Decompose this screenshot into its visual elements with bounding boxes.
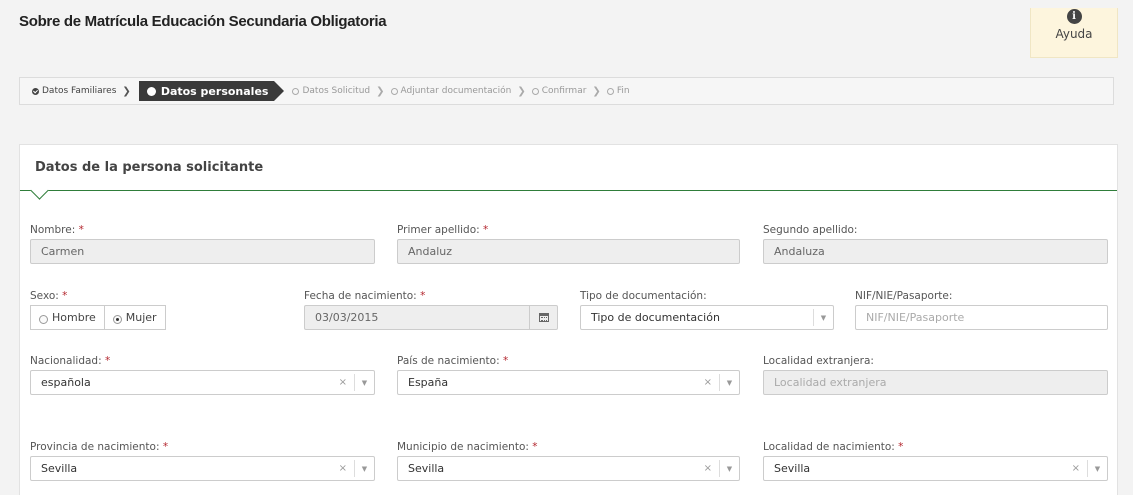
- help-button[interactable]: i Ayuda: [1030, 8, 1118, 58]
- circle-outline-icon: [390, 87, 398, 95]
- localidad-extranjera-field: Localidad extranjera: Localidad extranje…: [763, 355, 1108, 395]
- nacionalidad-select[interactable]: española × ▼: [30, 370, 375, 395]
- chevron-down-icon[interactable]: ▼: [1087, 460, 1107, 477]
- chevron-right-icon: ❯: [517, 85, 526, 97]
- sexo-hombre-radio[interactable]: Hombre: [30, 305, 105, 330]
- panel-notch: [30, 181, 49, 200]
- municipio-nacimiento-field: Municipio de nacimiento: * Sevilla × ▼: [397, 441, 740, 481]
- segundo-apellido-label: Segundo apellido:: [763, 224, 858, 236]
- nacionalidad-value: española: [41, 376, 91, 389]
- nif-input[interactable]: NIF/NIE/Pasaporte: [855, 305, 1108, 330]
- panel-header: Datos de la persona solicitante: [20, 145, 1117, 200]
- step-confirmar: Confirmar: [531, 86, 587, 96]
- step-label: Datos Solicitud: [302, 86, 371, 96]
- circle-outline-icon: [292, 87, 300, 95]
- fecha-nacimiento-field: Fecha de nacimiento: * 03/03/2015: [304, 290, 558, 330]
- nombre-field: Nombre: * Carmen: [30, 224, 375, 264]
- tipo-documentacion-select[interactable]: Tipo de documentación ▼: [580, 305, 834, 330]
- primer-apellido-field: Primer apellido: * Andaluz: [397, 224, 740, 264]
- chevron-down-icon[interactable]: ▼: [813, 309, 833, 326]
- chevron-right-icon: ❯: [376, 85, 385, 97]
- chevron-right-icon: ❯: [592, 85, 601, 97]
- pais-nacimiento-value: España: [408, 376, 449, 389]
- clear-icon[interactable]: ×: [704, 463, 712, 474]
- step-fin: Fin: [606, 86, 630, 96]
- info-icon: i: [1066, 9, 1082, 24]
- sexo-radio-group: Hombre Mujer: [30, 305, 180, 330]
- primer-apellido-input[interactable]: Andaluz: [397, 239, 740, 264]
- fecha-nacimiento-input[interactable]: 03/03/2015: [304, 305, 529, 330]
- check-circle-icon: [32, 87, 39, 95]
- tipo-documentacion-value: Tipo de documentación: [591, 311, 720, 324]
- sexo-label: Sexo: *: [30, 290, 68, 302]
- circle-outline-icon: [606, 87, 614, 95]
- nombre-input[interactable]: Carmen: [30, 239, 375, 264]
- clear-icon[interactable]: ×: [1072, 463, 1080, 474]
- step-label: Datos Familiares: [42, 86, 117, 96]
- nombre-label: Nombre: *: [30, 224, 84, 236]
- radio-checked-icon: [112, 314, 122, 324]
- sexo-hombre-label: Hombre: [52, 311, 96, 324]
- sexo-field: Sexo: * Hombre Mujer: [30, 290, 180, 330]
- nacionalidad-field: Nacionalidad: * española × ▼: [30, 355, 375, 395]
- calendar-icon: [538, 313, 549, 322]
- step-label: Datos personales: [160, 84, 269, 98]
- tipo-documentacion-field: Tipo de documentación: Tipo de documenta…: [580, 290, 834, 330]
- page-title: Sobre de Matrícula Educación Secundaria …: [19, 13, 387, 30]
- step-label: Adjuntar documentación: [400, 86, 512, 96]
- pais-nacimiento-field: País de nacimiento: * España × ▼: [397, 355, 740, 395]
- provincia-nacimiento-field: Provincia de nacimiento: * Sevilla × ▼: [30, 441, 375, 481]
- localidad-extranjera-label: Localidad extranjera:: [763, 355, 874, 367]
- tipo-documentacion-label: Tipo de documentación:: [580, 290, 707, 302]
- step-label: Fin: [616, 86, 630, 96]
- sexo-mujer-radio[interactable]: Mujer: [104, 305, 166, 330]
- chevron-down-icon[interactable]: ▼: [719, 460, 739, 477]
- municipio-nacimiento-label: Municipio de nacimiento: *: [397, 441, 538, 453]
- step-adjuntar-documentacion: Adjuntar documentación: [390, 86, 512, 96]
- localidad-nacimiento-select[interactable]: Sevilla × ▼: [763, 456, 1108, 481]
- pais-nacimiento-select[interactable]: España × ▼: [397, 370, 740, 395]
- applicant-panel: Datos de la persona solicitante Nombre: …: [19, 144, 1118, 495]
- panel-title: Datos de la persona solicitante: [35, 160, 264, 175]
- radio-icon: [39, 314, 48, 324]
- segundo-apellido-input[interactable]: Andaluza: [763, 239, 1108, 264]
- localidad-nacimiento-label: Localidad de nacimiento: *: [763, 441, 904, 453]
- step-label: Confirmar: [541, 86, 587, 96]
- chevron-down-icon[interactable]: ▼: [354, 460, 374, 477]
- nif-field: NIF/NIE/Pasaporte: NIF/NIE/Pasaporte: [855, 290, 1108, 330]
- circle-outline-icon: [531, 87, 539, 95]
- provincia-nacimiento-value: Sevilla: [41, 462, 78, 475]
- step-datos-personales[interactable]: Datos personales: [138, 81, 285, 101]
- fecha-nacimiento-picker: 03/03/2015: [304, 305, 558, 330]
- municipio-nacimiento-select[interactable]: Sevilla × ▼: [397, 456, 740, 481]
- localidad-nacimiento-value: Sevilla: [774, 462, 811, 475]
- primer-apellido-label: Primer apellido: *: [397, 224, 489, 236]
- circle-icon: [146, 86, 156, 96]
- nacionalidad-label: Nacionalidad: *: [30, 355, 111, 367]
- provincia-nacimiento-label: Provincia de nacimiento: *: [30, 441, 169, 453]
- breadcrumb: Datos Familiares ❯ Datos personales Dato…: [19, 77, 1114, 105]
- step-datos-solicitud: Datos Solicitud: [292, 86, 370, 96]
- localidad-extranjera-input[interactable]: Localidad extranjera: [763, 370, 1108, 395]
- clear-icon[interactable]: ×: [339, 377, 347, 388]
- chevron-down-icon[interactable]: ▼: [354, 374, 374, 391]
- localidad-nacimiento-field: Localidad de nacimiento: * Sevilla × ▼: [763, 441, 1108, 481]
- municipio-nacimiento-value: Sevilla: [408, 462, 445, 475]
- sexo-mujer-label: Mujer: [125, 311, 157, 324]
- chevron-right-icon: ❯: [122, 85, 131, 97]
- provincia-nacimiento-select[interactable]: Sevilla × ▼: [30, 456, 375, 481]
- chevron-down-icon[interactable]: ▼: [719, 374, 739, 391]
- nif-label: NIF/NIE/Pasaporte:: [855, 290, 953, 302]
- step-datos-familiares[interactable]: Datos Familiares: [32, 86, 116, 96]
- clear-icon[interactable]: ×: [339, 463, 347, 474]
- calendar-button[interactable]: [529, 305, 558, 330]
- clear-icon[interactable]: ×: [704, 377, 712, 388]
- pais-nacimiento-label: País de nacimiento: *: [397, 355, 509, 367]
- segundo-apellido-field: Segundo apellido: Andaluza: [763, 224, 1108, 264]
- help-label: Ayuda: [1055, 27, 1093, 41]
- fecha-nacimiento-label: Fecha de nacimiento: *: [304, 290, 426, 302]
